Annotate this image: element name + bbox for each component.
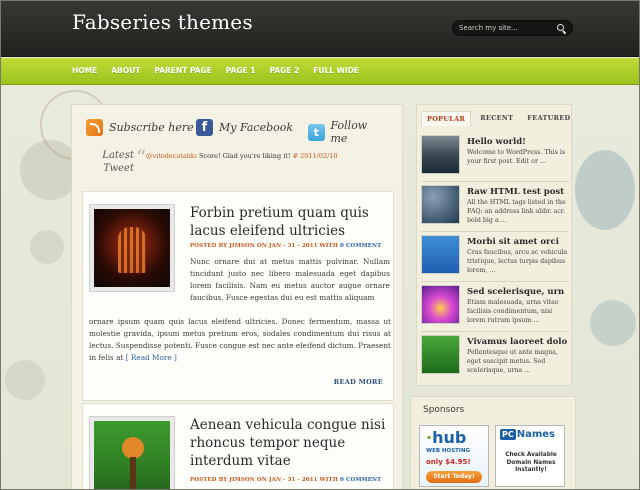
divider: [421, 331, 569, 332]
post-excerpt: Nunc ornare dui at metus mattis pulvinar…: [190, 257, 390, 302]
tweet-user-link[interactable]: @vitodecataldo: [146, 152, 197, 160]
list-item-thumbnail: [421, 235, 460, 274]
list-item-thumbnail: [421, 285, 460, 324]
divider: [421, 231, 569, 232]
subscribe-link[interactable]: Subscribe here: [86, 119, 194, 136]
list-item-title[interactable]: Hello world!: [467, 137, 526, 147]
ink-splatter: [30, 230, 64, 264]
hub-hosting-ad[interactable]: ∙hub WEB HOSTING only $4.95! Start Today…: [419, 425, 489, 487]
post-thumbnail[interactable]: [89, 416, 175, 490]
post-comments-link[interactable]: 0 COMMENT: [340, 477, 381, 483]
tweet-date-link[interactable]: # 2011/02/10: [293, 152, 338, 160]
tweet-body: Score! Glad you're liking it!: [196, 152, 293, 160]
list-item-title[interactable]: Sed scelerisque, urn: [467, 287, 564, 297]
search-input[interactable]: [459, 24, 557, 32]
list-item[interactable]: Raw HTML test post All the HTML tags lis…: [421, 185, 569, 229]
divider: [421, 181, 569, 182]
twitter-icon: t: [308, 123, 325, 141]
search-icon[interactable]: [557, 23, 566, 33]
sponsors-title: Sponsors: [423, 405, 465, 415]
list-item-excerpt: All the HTML tags listed in the FAQ: an …: [467, 199, 566, 224]
list-item-title[interactable]: Vivamus laoreet dolo: [467, 337, 567, 347]
post-thumbnail-image: [94, 209, 170, 287]
post-title[interactable]: Aenean vehicula congue nisi rhoncus temp…: [190, 416, 395, 470]
nav-item-page-1[interactable]: PAGE 1: [226, 66, 256, 75]
tab-featured[interactable]: FEATURED: [522, 111, 575, 126]
main-content: Subscribe here f My Facebook t Follow me…: [71, 104, 403, 490]
sponsors-widget: Sponsors ∙hub WEB HOSTING only $4.95! St…: [410, 396, 576, 490]
ink-splatter: [5, 360, 45, 400]
list-item-thumbnail: [421, 185, 460, 224]
twitter-label: Follow me: [330, 119, 368, 145]
list-item[interactable]: Hello world! Welcome to WordPress. This …: [421, 135, 569, 179]
post-excerpt-continued: ornare ipsum quam quis lacus eleifend ul…: [89, 317, 391, 362]
post-thumbnail-image: [94, 421, 170, 490]
divider: [421, 281, 569, 282]
read-more-button[interactable]: READ MORE: [334, 378, 383, 386]
list-item[interactable]: Morbi sit amet orci Cras faucibus, arcu …: [421, 235, 569, 279]
twitter-link[interactable]: t Follow me: [308, 119, 386, 145]
nav-item-page-2[interactable]: PAGE 2: [270, 66, 300, 75]
post-thumbnail[interactable]: [89, 204, 175, 292]
list-item-thumbnail: [421, 335, 460, 374]
post-meta: POSTED BY JIMSON ON JAN - 31 - 2011 WITH…: [190, 477, 382, 483]
ink-splatter: [575, 150, 635, 230]
list-item-excerpt: Welcome to WordPress. This is your first…: [467, 149, 566, 165]
list-item-title[interactable]: Raw HTML test post: [467, 187, 564, 197]
ink-splatter: [590, 300, 636, 346]
main-nav: HOME ABOUT PARENT PAGE PAGE 1 PAGE 2 FUL…: [0, 58, 640, 85]
tweet-text: @vitodecataldo Score! Glad you're liking…: [146, 152, 338, 160]
list-item[interactable]: Sed scelerisque, urn Etiam malesuada, ur…: [421, 285, 569, 329]
tab-recent[interactable]: RECENT: [475, 111, 518, 126]
rss-icon: [86, 119, 103, 136]
tab-popular[interactable]: POPULAR: [421, 111, 472, 126]
post-card: Aenean vehicula congue nisi rhoncus temp…: [82, 403, 394, 490]
nav-item-home[interactable]: HOME: [72, 66, 97, 75]
post-comments-link[interactable]: 0 COMMENT: [340, 243, 381, 249]
hub-logo: ∙hub: [426, 428, 467, 447]
nav-item-full-wide[interactable]: FULL WIDE: [313, 66, 359, 75]
list-item-excerpt: Etiam malesuada, urna vitae facilisis co…: [467, 299, 559, 324]
nav-item-about[interactable]: ABOUT: [111, 66, 140, 75]
latest-tweet-heading: Latest Tweet: [102, 150, 134, 174]
pcnames-text: Check Available Domain Names Instantly!: [505, 452, 557, 473]
hub-subtitle: WEB HOSTING: [426, 448, 471, 454]
list-item-title[interactable]: Morbi sit amet orci: [467, 237, 559, 247]
pcnames-logo: PC Names: [500, 429, 556, 440]
list-item-excerpt: Pellentesque ut ante magna, eget suscipi…: [467, 349, 559, 374]
subscribe-label: Subscribe here: [109, 121, 194, 134]
hub-price: only $4.95!: [426, 458, 471, 466]
post-card: Forbin pretium quam quis lacus eleifend …: [82, 191, 394, 401]
nav-item-parent-page[interactable]: PARENT PAGE: [154, 66, 211, 75]
quote-icon: “: [136, 145, 147, 169]
site-title[interactable]: Fabseries themes: [72, 10, 253, 34]
facebook-link[interactable]: f My Facebook: [196, 119, 293, 136]
sidebar-tabs-widget: POPULAR RECENT FEATURED Hello world! Wel…: [416, 104, 572, 386]
site-header: Fabseries themes: [0, 0, 640, 57]
latest-tweet: Latest Tweet “ @vitodecataldo Score! Gla…: [86, 145, 391, 181]
post-title[interactable]: Forbin pretium quam quis lacus eleifend …: [190, 204, 395, 240]
sidebar-tabs: POPULAR RECENT FEATURED: [421, 111, 579, 126]
start-today-button[interactable]: Start Today!: [426, 471, 482, 483]
read-more-inline-link[interactable]: [ Read More ]: [126, 353, 177, 362]
facebook-icon: f: [196, 119, 213, 136]
list-item-thumbnail: [421, 135, 460, 174]
facebook-label: My Facebook: [219, 121, 294, 134]
post-meta: POSTED BY JIMSON ON JAN - 31 - 2011 WITH…: [190, 243, 382, 249]
social-links: Subscribe here f My Facebook t Follow me: [86, 119, 386, 145]
pcnames-ad[interactable]: PC Names Check Available Domain Names In…: [495, 425, 565, 487]
search-box: [452, 20, 573, 36]
list-item[interactable]: Vivamus laoreet dolo Pellentesque ut ant…: [421, 335, 569, 379]
list-item-excerpt: Cras faucibus, arcu ac vehicula tristiqu…: [467, 249, 568, 274]
